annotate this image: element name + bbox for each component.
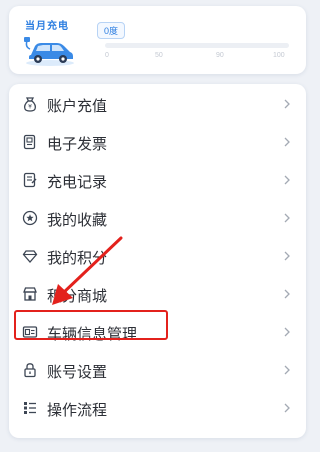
charge-progress-bar (105, 43, 289, 48)
chevron-right-icon (284, 289, 290, 299)
monthly-charge-label: 当月充电 (25, 21, 69, 32)
chevron-right-icon (284, 137, 290, 147)
menu-item-label: 账户充值 (47, 98, 108, 115)
wallet-icon: ¥ (23, 97, 37, 112)
menu-item-label: 我的收藏 (47, 212, 108, 229)
flow-icon (24, 402, 36, 414)
progress-tick: 0 (105, 52, 109, 59)
menu-item-my-points[interactable]: 我的积分 (9, 237, 306, 275)
menu-item-electronic-invoice[interactable]: 电子发票 (9, 123, 306, 161)
menu-item-label: 账号设置 (47, 364, 108, 381)
monthly-charge-card: 当月充电 0度 0 50 90 100 (9, 6, 306, 74)
store-icon (23, 287, 37, 301)
lock-icon (24, 363, 36, 378)
diamond-icon (22, 250, 38, 263)
electric-car-icon (24, 37, 74, 66)
menu-item-account-recharge[interactable]: ¥ 账户充值 (9, 85, 306, 123)
chevron-right-icon (284, 175, 290, 185)
highlight-box (14, 310, 168, 340)
menu-item-label: 操作流程 (47, 402, 108, 419)
progress-tick: 90 (216, 52, 224, 59)
menu-item-charging-records[interactable]: 充电记录 (9, 161, 306, 199)
menu-card: ¥ 账户充值 电子发票 充电记录 我的收藏 我的积分 积分商城 车辆信息管理 账… (9, 84, 306, 438)
chevron-right-icon (284, 99, 290, 109)
menu-item-points-mall[interactable]: 积分商城 (9, 275, 306, 313)
invoice-icon (23, 134, 36, 150)
menu-item-label: 充电记录 (47, 174, 108, 191)
svg-text:¥: ¥ (28, 104, 32, 111)
menu-item-label: 我的积分 (47, 250, 108, 267)
record-icon (23, 172, 37, 188)
chevron-right-icon (284, 365, 290, 375)
chevron-right-icon (284, 403, 290, 413)
menu-item-my-favorites[interactable]: 我的收藏 (9, 199, 306, 237)
progress-tick: 100 (273, 52, 285, 59)
menu-item-label: 电子发票 (47, 136, 108, 153)
menu-item-label: 积分商城 (47, 288, 108, 305)
star-icon (22, 210, 38, 226)
chevron-right-icon (284, 251, 290, 261)
menu-item-operation-flow[interactable]: 操作流程 (9, 389, 306, 427)
charge-degree-badge: 0度 (97, 22, 126, 39)
chevron-right-icon (284, 327, 290, 337)
chevron-right-icon (284, 213, 290, 223)
menu-item-account-settings[interactable]: 账号设置 (9, 351, 306, 389)
progress-tick: 50 (155, 52, 163, 59)
